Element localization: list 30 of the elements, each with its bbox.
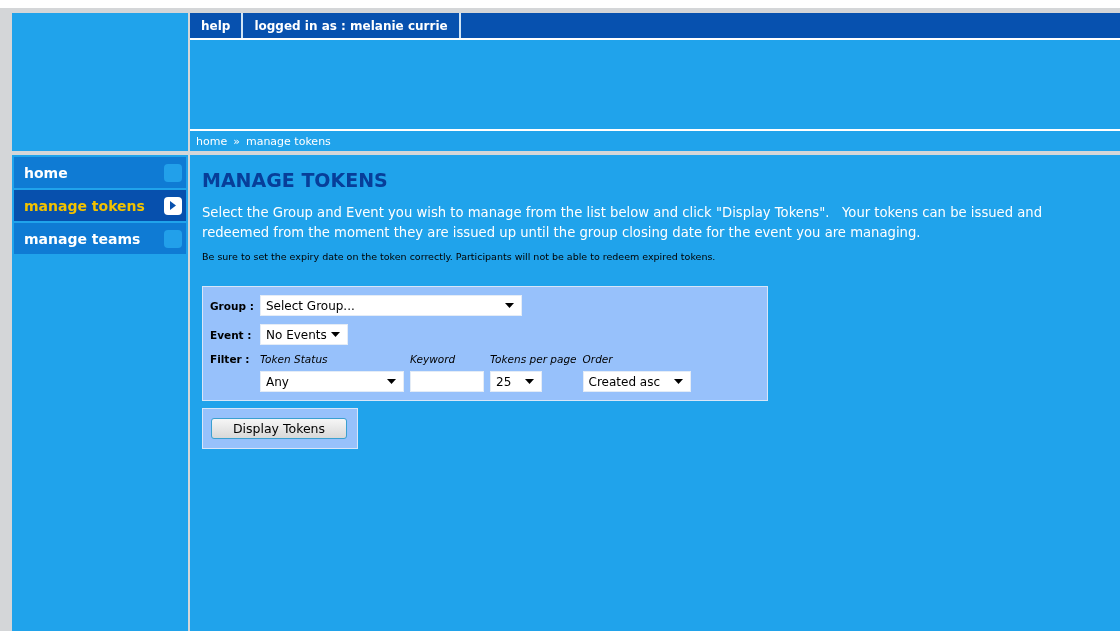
dropdown-caret-icon	[505, 303, 514, 308]
filter-label: Token Status	[260, 353, 329, 365]
note-text: Be sure to set the expiry date on the token correctly. Participants will not be able to redeem expired tokens.	[202, 251, 717, 262]
group-select[interactable]: Select Group...	[260, 295, 522, 316]
dropdown-caret-icon	[387, 379, 396, 384]
dropdown-caret-icon	[673, 379, 683, 384]
sidebar-item[interactable]: home	[14, 157, 186, 188]
filter-select[interactable]: Created asc	[582, 371, 691, 392]
dropdown-caret-icon	[331, 332, 340, 337]
keyword-field[interactable]	[410, 371, 484, 392]
filter-label: Order	[582, 353, 614, 365]
filter-select[interactable]: 25	[490, 371, 542, 392]
filter-label: Keyword	[410, 353, 457, 365]
sidebar-item[interactable]: manage teams	[14, 223, 186, 254]
filter-label: Tokens per page	[490, 353, 577, 365]
top-bar-link[interactable]: logged in as : melanie currie	[243, 13, 461, 38]
event-select[interactable]: No Events	[260, 324, 348, 345]
filter-select[interactable]: Any	[260, 371, 404, 392]
field-label: Event :	[210, 328, 253, 341]
field-label: Filter :	[210, 353, 251, 365]
display-tokens-button[interactable]: Display Tokens	[211, 418, 347, 439]
square-icon	[164, 163, 182, 182]
field-label: Group :	[210, 299, 254, 312]
breadcrumb-separator: »	[233, 134, 240, 148]
top-bar-link[interactable]: help	[190, 13, 244, 38]
square-icon	[164, 229, 182, 248]
sidebar-item[interactable]: manage tokens	[14, 190, 186, 221]
dropdown-caret-icon	[525, 379, 534, 384]
intro-text: Select the Group and Event you wish to manage from the list below and click "Display Tokens". Your tokens can be issued and redeemed from the moment they are issued up until the group closing date for the event you are managing.	[202, 204, 1044, 242]
page-title: MANAGE TOKENS	[202, 169, 389, 191]
